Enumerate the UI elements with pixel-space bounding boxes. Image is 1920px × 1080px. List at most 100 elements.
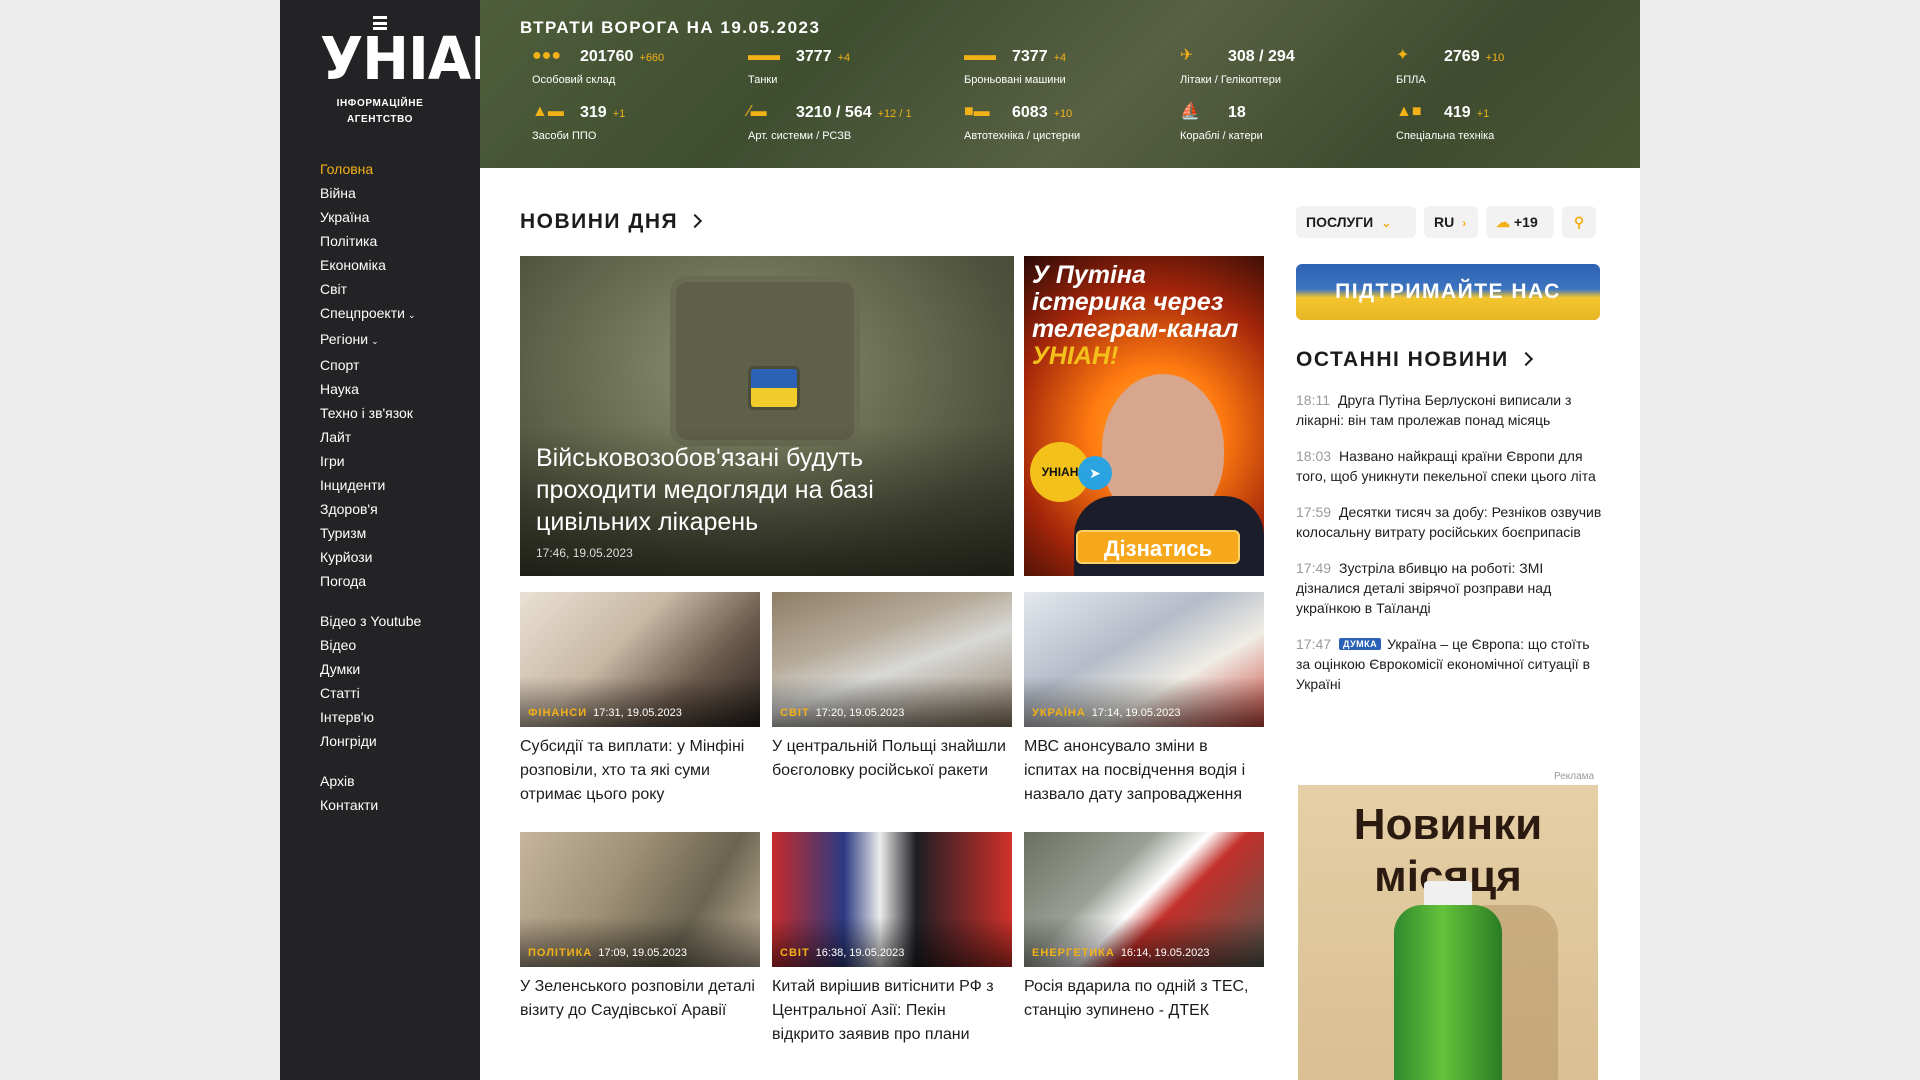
- news-card-title[interactable]: Китай вирішив витіснити РФ з Центральної…: [772, 975, 1012, 1047]
- loss-item-special-equipment: ▲■ 419 +1 Спеціальна техніка: [1396, 103, 1495, 142]
- nav-item-science[interactable]: Наука: [320, 377, 470, 401]
- tank-icon: ▬▬: [748, 47, 780, 64]
- news-card-title[interactable]: Росія вдарила по одній з ТЕС, станцію зу…: [1024, 975, 1264, 1023]
- latest-news-item[interactable]: 17:49 Зустріла вбивцю на роботі: ЗМІ дізн…: [1296, 558, 1606, 618]
- nav-item-home[interactable]: Головна: [320, 157, 470, 181]
- telegram-promo-banner[interactable]: У Путіна істерика через телеграм-канал УН…: [1024, 256, 1264, 576]
- opinion-tag: ДУМКА: [1339, 638, 1382, 650]
- news-card[interactable]: СВІТ 16:38, 19.05.2023 Китай вирішив виті…: [772, 832, 1012, 1047]
- air-defense-icon: ▲▬: [532, 103, 564, 120]
- telegram-icon: ➤: [1078, 456, 1112, 490]
- logo-text: УНІАН: [320, 25, 517, 94]
- nav-item-archive[interactable]: Архів: [320, 769, 470, 793]
- nav-item-curiosities[interactable]: Курйози: [320, 545, 470, 569]
- news-card-category[interactable]: СВІТ: [780, 947, 810, 959]
- news-card-title[interactable]: У центральній Польщі знайшли боєголовку …: [772, 735, 1012, 783]
- loss-item-personnel: ●●● 201760 +660 Особовий склад: [532, 47, 665, 86]
- news-card-image: СВІТ 17:20, 19.05.2023: [772, 592, 1012, 727]
- chevron-down-icon: ⌄: [1381, 216, 1392, 230]
- hero-article[interactable]: Військовозобов'язані будуть проходити ме…: [520, 256, 1014, 576]
- nav-item-economy[interactable]: Економіка: [320, 253, 470, 277]
- nav-item-regions[interactable]: Регіони ⌄: [320, 327, 470, 353]
- latest-news-item[interactable]: 18:11 Друга Путіна Берлусконі виписали з …: [1296, 390, 1606, 430]
- news-card-title[interactable]: Субсидії та виплати: у Мінфіні розповіли…: [520, 735, 760, 807]
- logo[interactable]: УНІАН ІНФОРМАЦІЙНЕ АГЕНТСТВО: [320, 16, 517, 128]
- news-card[interactable]: ФІНАНСИ 17:31, 19.05.2023 Субсидії та вип…: [520, 592, 760, 807]
- nav-item-ukraine[interactable]: Україна: [320, 205, 470, 229]
- nav-item-tourism[interactable]: Туризм: [320, 521, 470, 545]
- ad-label: Реклама: [1554, 771, 1595, 782]
- enemy-losses-banner[interactable]: ВТРАТИ ВОРОГА НА 19.05.2023 ●●● 201760 +6…: [480, 0, 1640, 168]
- ukraine-flag-patch: [748, 366, 800, 410]
- news-card-image: УКРАЇНА 17:14, 19.05.2023: [1024, 592, 1264, 727]
- chevron-down-icon: ⌄: [407, 310, 416, 320]
- hero-image: [670, 276, 860, 446]
- news-card[interactable]: СВІТ 17:20, 19.05.2023 У центральній Поль…: [772, 592, 1012, 783]
- main-content: НОВИНИ ДНЯ Військовозобов'язані будуть п…: [480, 168, 1640, 1080]
- nav-item-politics[interactable]: Політика: [320, 229, 470, 253]
- promo-text: У Путіна істерика через телеграм-канал УН…: [1032, 261, 1239, 370]
- hero-title[interactable]: Військовозобов'язані будуть проходити ме…: [536, 442, 896, 538]
- hero-time: 17:46, 19.05.2023: [536, 546, 633, 560]
- news-card-category[interactable]: ЕНЕРГЕТИКА: [1032, 947, 1115, 959]
- loss-item-ships: ⛵ 18 Кораблі / катери: [1180, 103, 1263, 142]
- nav-item-games[interactable]: Ігри: [320, 449, 470, 473]
- chevron-right-icon: [1518, 351, 1533, 367]
- nav-item-video[interactable]: Відео: [320, 633, 470, 657]
- logo-subtitle: ІНФОРМАЦІЙНЕ АГЕНТСТВО: [336, 98, 424, 125]
- latest-news-item[interactable]: 18:03 Названо найкращі країни Європи для …: [1296, 446, 1606, 486]
- nav-item-lite[interactable]: Лайт: [320, 425, 470, 449]
- truck-icon: ■▬: [964, 103, 990, 120]
- nav-item-health[interactable]: Здоров'я: [320, 497, 470, 521]
- nav-item-contacts[interactable]: Контакти: [320, 793, 470, 817]
- nav-item-interviews[interactable]: Інтерв'ю: [320, 705, 470, 729]
- nav-item-youtube-video[interactable]: Відео з Youtube: [320, 609, 470, 633]
- chevron-down-icon: ⌄: [371, 336, 379, 346]
- nav-item-incidents[interactable]: Інциденти: [320, 473, 470, 497]
- latest-news-item[interactable]: 17:47 ДУМКА Україна – це Європа: що стоїть…: [1296, 634, 1606, 694]
- nav-item-longreads[interactable]: Лонгріди: [320, 729, 470, 753]
- news-card-category[interactable]: СВІТ: [780, 707, 810, 719]
- nav-item-weather[interactable]: Погода: [320, 569, 470, 593]
- ad-product-image: [1394, 905, 1502, 1080]
- news-card-category[interactable]: ФІНАНСИ: [528, 707, 587, 719]
- search-icon: ⚲: [1573, 214, 1585, 230]
- nav-item-tech[interactable]: Техно і зв'язок: [320, 401, 470, 425]
- losses-title: ВТРАТИ ВОРОГА НА 19.05.2023: [520, 18, 821, 37]
- nav-item-articles[interactable]: Статті: [320, 681, 470, 705]
- news-card[interactable]: ЕНЕРГЕТИКА 16:14, 19.05.2023 Росія вдарил…: [1024, 832, 1264, 1023]
- nav-item-special-projects[interactable]: Спецпроекти ⌄: [320, 301, 470, 327]
- advertisement[interactable]: Новинки місяця: [1298, 785, 1598, 1080]
- news-card-category[interactable]: ПОЛІТИКА: [528, 947, 592, 959]
- ship-icon: ⛵: [1180, 103, 1200, 120]
- search-button[interactable]: ⚲: [1562, 206, 1596, 238]
- nav-item-war[interactable]: Війна: [320, 181, 470, 205]
- services-dropdown[interactable]: ПОСЛУГИ ⌄: [1296, 206, 1416, 238]
- latest-news-item[interactable]: 17:59 Десятки тисяч за добу: Резніков озв…: [1296, 502, 1606, 542]
- aircraft-icon: ✈: [1180, 47, 1194, 64]
- language-switch[interactable]: RU ›: [1424, 206, 1478, 238]
- special-equipment-icon: ▲■: [1396, 103, 1422, 120]
- nav-item-world[interactable]: Світ: [320, 277, 470, 301]
- loss-item-air-defense: ▲▬ 319 +1 Засоби ППО: [532, 103, 626, 142]
- news-card[interactable]: ПОЛІТИКА 17:09, 19.05.2023 У Зеленського …: [520, 832, 760, 1023]
- loss-item-drones: ✦ 2769 +10 БПЛА: [1396, 47, 1505, 86]
- nav-item-sport[interactable]: Спорт: [320, 353, 470, 377]
- support-us-banner[interactable]: ПІДТРИМАЙТЕ НАС: [1296, 264, 1600, 320]
- drone-icon: ✦: [1396, 47, 1410, 64]
- nav-item-opinions[interactable]: Думки: [320, 657, 470, 681]
- loss-item-artillery: ∕▬ 3210 / 564 +12 / 1 Арт. системи / РСЗВ: [748, 103, 912, 142]
- weather-widget[interactable]: ☁ +19: [1486, 206, 1554, 238]
- sidebar: УНІАН ІНФОРМАЦІЙНЕ АГЕНТСТВО Головна Вій…: [280, 0, 517, 1080]
- news-card[interactable]: УКРАЇНА 17:14, 19.05.2023 МВС анонсувало …: [1024, 592, 1264, 807]
- promo-button[interactable]: Дізнатись: [1076, 530, 1240, 564]
- news-card-title[interactable]: МВС анонсувало зміни в іспитах на посвід…: [1024, 735, 1264, 807]
- weather-cloud-icon: ☁: [1496, 214, 1510, 230]
- news-of-day-heading[interactable]: НОВИНИ ДНЯ: [520, 210, 703, 234]
- news-card-title[interactable]: У Зеленського розповіли деталі візиту до…: [520, 975, 760, 1023]
- personnel-icon: ●●●: [532, 47, 561, 64]
- latest-news-list: 18:11 Друга Путіна Берлусконі виписали з …: [1296, 390, 1606, 710]
- news-card-category[interactable]: УКРАЇНА: [1032, 707, 1086, 719]
- latest-news-heading[interactable]: ОСТАННІ НОВИНИ: [1296, 348, 1533, 372]
- loss-item-tanks: ▬▬ 3777 +4 Танки: [748, 47, 851, 86]
